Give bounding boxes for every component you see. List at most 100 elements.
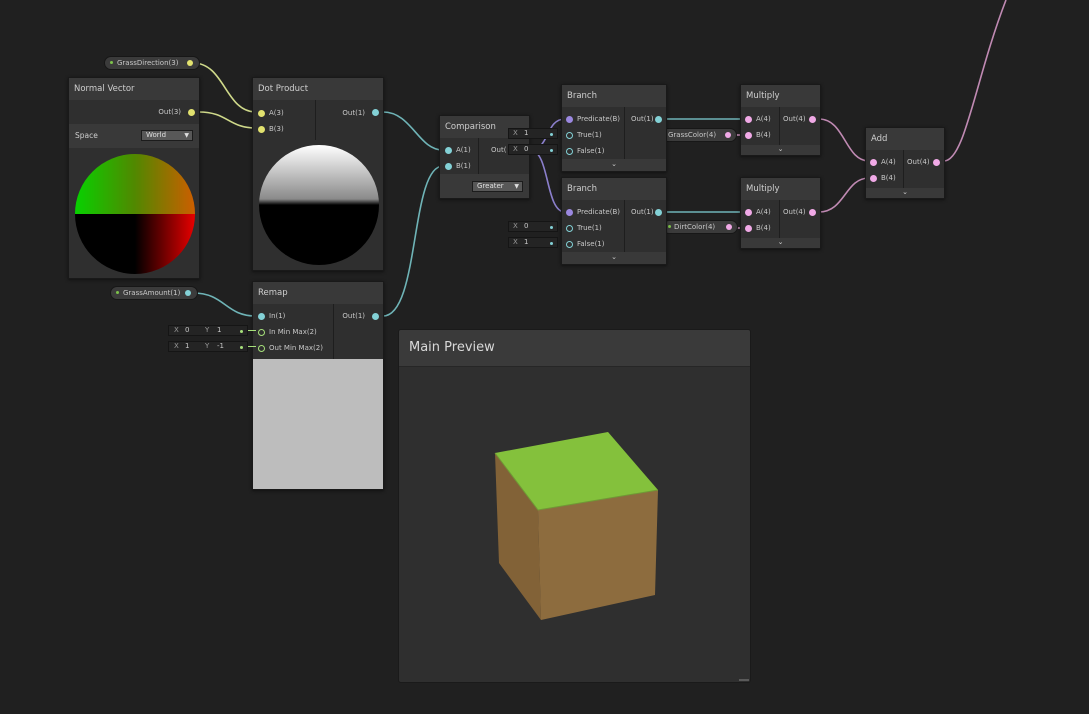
dot-product-b-port[interactable] [258,126,265,133]
grass-cube-preview[interactable] [399,330,750,682]
remap-out-min-max-port[interactable] [258,345,265,352]
dot-product-a-row: A(3) [269,106,284,120]
connector-dot-icon [240,330,243,333]
dirt-color-property[interactable]: DirtColor(4) [662,220,738,234]
grass-direction-property[interactable]: GrassDirection(3) [104,56,200,70]
wire-multiply-top-to-add-a [818,118,870,162]
dirt-color-out-port[interactable] [726,224,732,230]
multiply-top-a-port[interactable] [745,116,752,123]
remap-in-min-max-field[interactable]: X 0 Y 1 [168,325,248,336]
grass-amount-property[interactable]: GrassAmount(1) [110,286,198,300]
grass-color-out-port[interactable] [725,132,731,138]
x-label: X [513,222,518,230]
in-min-max-y-value[interactable]: 1 [217,326,233,335]
main-preview-resize-handle[interactable] [739,679,749,681]
normal-vector-out-port[interactable] [188,109,195,116]
multiply-top-node[interactable]: Multiply A(4) B(4) Out(4) ⌄ [740,84,821,156]
branch-top-false-field[interactable]: X 0 [508,144,558,155]
add-node[interactable]: Add A(4) B(4) Out(4) ⌄ [865,127,945,199]
remap-in-min-max-port[interactable] [258,329,265,336]
grass-direction-out-port[interactable] [187,60,193,66]
add-a-port[interactable] [870,159,877,166]
branch-bottom-true-field[interactable]: X 0 [508,221,558,232]
comparison-mode-dropdown[interactable]: Greater ▼ [472,181,523,192]
branch-top-true-field[interactable]: X 1 [508,128,558,139]
branch-top-true-value[interactable]: 1 [524,129,528,138]
branch-top-node[interactable]: Branch Predicate(B) True(1) False(1) Out… [561,84,667,172]
comparison-a-port[interactable] [445,147,452,154]
multiply-bottom-out-port[interactable] [809,209,816,216]
branch-bottom-false-value[interactable]: 1 [524,238,528,247]
add-b-label: B(4) [881,174,896,182]
dot-product-out-port[interactable] [372,109,379,116]
branch-top-predicate-port[interactable] [566,116,573,123]
branch-bottom-false-port[interactable] [566,241,573,248]
port-divider [779,200,780,238]
add-a-row: A(4) [881,155,896,169]
multiply-bottom-collapse-icon[interactable]: ⌄ [741,238,820,248]
add-out-port[interactable] [933,159,940,166]
branch-bottom-true-value[interactable]: 0 [524,222,528,231]
branch-top-true-port[interactable] [566,132,573,139]
branch-bottom-true-label: True(1) [577,224,602,232]
branch-top-collapse-icon[interactable]: ⌄ [562,159,666,171]
comparison-out-label: Out( [491,146,507,154]
in-min-max-x-value[interactable]: 0 [185,326,201,335]
add-b-port[interactable] [870,175,877,182]
remap-out-min-max-field[interactable]: X 1 Y -1 [168,341,248,352]
multiply-top-b-port[interactable] [745,132,752,139]
branch-bottom-predicate-port[interactable] [566,209,573,216]
multiply-bottom-node[interactable]: Multiply A(4) B(4) Out(4) ⌄ [740,177,821,249]
branch-bottom-out-label: Out(1) [631,208,654,216]
x-label: X [513,238,518,246]
out-min-max-y-value[interactable]: -1 [217,342,233,351]
connector-dot-icon [550,149,553,152]
property-marker-icon [116,291,119,294]
remap-in-label: In(1) [269,312,286,320]
multiply-top-a-label: A(4) [756,115,771,123]
main-preview-panel[interactable]: Main Preview [398,329,751,683]
branch-top-false-value[interactable]: 0 [524,145,528,154]
branch-bottom-collapse-icon[interactable]: ⌄ [562,252,666,264]
comparison-b-port[interactable] [445,163,452,170]
multiply-top-a-row: A(4) [756,112,771,126]
remap-field-link-out [248,346,256,347]
multiply-top-collapse-icon[interactable]: ⌄ [741,145,820,155]
branch-bottom-false-label: False(1) [577,240,605,248]
remap-node[interactable]: Remap In(1) In Min Max(2) Out Min Max(2)… [252,281,384,490]
branch-bottom-false-field[interactable]: X 1 [508,237,558,248]
multiply-top-b-label: B(4) [756,131,771,139]
add-out-row: Out(4) [907,155,930,169]
remap-in-port[interactable] [258,313,265,320]
dot-product-a-port[interactable] [258,110,265,117]
branch-top-out-port[interactable] [655,116,662,123]
branch-bottom-out-port[interactable] [655,209,662,216]
add-collapse-icon[interactable]: ⌄ [866,188,944,198]
out-min-max-x-value[interactable]: 1 [185,342,201,351]
remap-out-port[interactable] [372,313,379,320]
cube-front-face [538,490,658,620]
branch-bottom-node[interactable]: Branch Predicate(B) True(1) False(1) Out… [561,177,667,265]
branch-top-title: Branch [562,85,666,107]
remap-out-min-max-label: Out Min Max(2) [269,344,323,352]
dot-product-out-row: Out(1) [342,106,365,120]
multiply-bottom-b-port[interactable] [745,225,752,232]
remap-out-row: Out(1) [342,309,365,323]
normal-vector-node[interactable]: Normal Vector Out(3) Space World ▼ [68,77,200,279]
branch-top-true-label: True(1) [577,131,602,139]
multiply-top-out-port[interactable] [809,116,816,123]
grass-amount-out-port[interactable] [185,290,191,296]
branch-top-false-port[interactable] [566,148,573,155]
comparison-b-row: B(1) [456,159,471,173]
dot-product-node[interactable]: Dot Product A(3) B(3) Out(1) [252,77,384,271]
y-label: Y [205,342,210,350]
connector-dot-icon [550,242,553,245]
branch-bottom-true-port[interactable] [566,225,573,232]
grass-color-property[interactable]: GrassColor(4) [657,128,737,142]
dot-product-b-row: B(3) [269,122,284,136]
branch-bottom-true-row: True(1) [577,221,602,235]
multiply-bottom-a-port[interactable] [745,209,752,216]
space-dropdown[interactable]: World ▼ [141,130,193,141]
comparison-mode-value: Greater [477,182,504,190]
connector-dot-icon [550,133,553,136]
